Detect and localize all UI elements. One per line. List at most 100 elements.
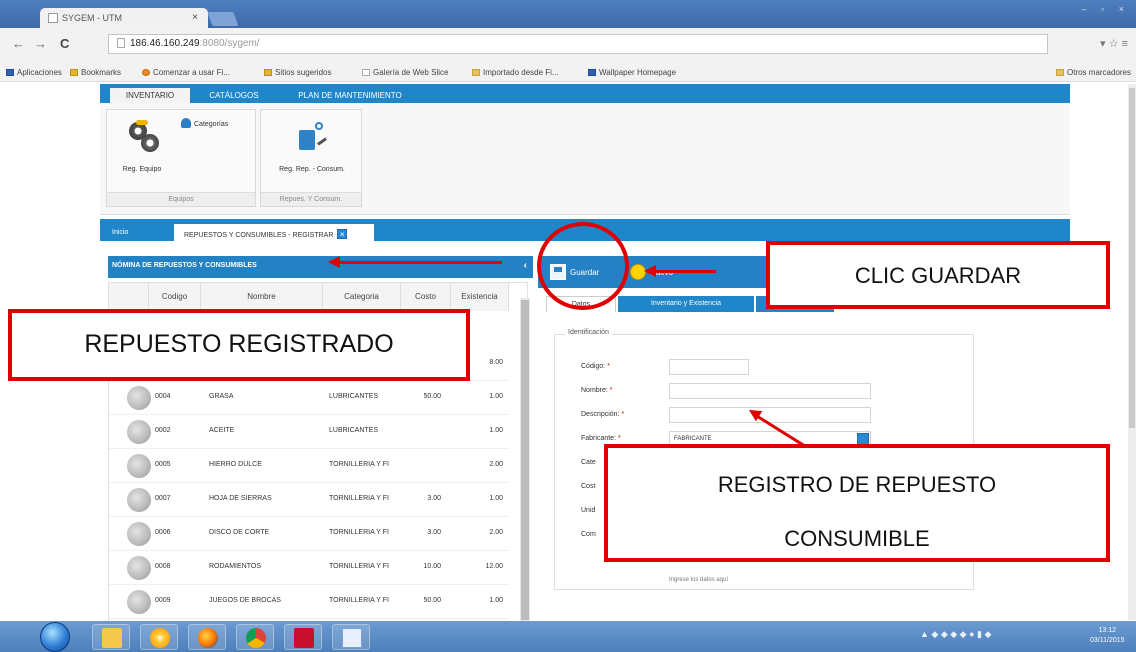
browser-tools[interactable]: ▾ ☆ ≡	[1100, 37, 1128, 50]
tab-close-icon[interactable]: ×	[192, 12, 198, 23]
column-header-costo[interactable]: Costo	[401, 283, 451, 311]
tab-inventario[interactable]: INVENTARIO	[110, 88, 190, 103]
tab-catalogos[interactable]: CATÁLOGOS	[194, 88, 274, 103]
page-scrollbar-thumb[interactable]	[1129, 88, 1135, 428]
cell-categoria: TORNILLERIA Y FI	[329, 495, 389, 502]
unidad-label: Unid	[581, 507, 596, 514]
table-row[interactable]: 0004 GRASA LUBRICANTES 50.00 1.00	[109, 381, 509, 415]
window-controls[interactable]: – ▫ ×	[1060, 4, 1130, 18]
oil-can-icon	[297, 122, 327, 156]
acrobat-icon[interactable]	[284, 624, 322, 650]
bookmark-imported[interactable]: Importado desde Fi...	[472, 68, 559, 77]
forward-arrow-icon[interactable]: →	[34, 36, 47, 51]
table-scrollbar[interactable]	[520, 298, 530, 626]
clock-date: 03/11/2015	[1090, 637, 1125, 644]
gears-icon	[127, 120, 159, 156]
table-row[interactable]: 0007 HOJA DE SIERRAS TORNILLERIA Y FI 3.00 1…	[109, 483, 509, 517]
browser-tab[interactable]: SYGEM - UTM ×	[40, 8, 208, 28]
apps-icon	[6, 69, 14, 76]
table-row[interactable]: 0006 DISCO DE CORTE TORNILLERIA Y FI 3.00 2.…	[109, 517, 509, 551]
table-row[interactable]: 0002 ACEITE LUBRICANTES 1.00	[109, 415, 509, 449]
system-tray-icons[interactable]: ▲ ◆ ◆ ◆ ◆ ● ▮ ◆	[920, 629, 991, 640]
page-favicon-icon	[48, 13, 58, 23]
explorer-icon[interactable]	[92, 624, 130, 650]
cell-existencia: 1.00	[489, 393, 503, 400]
column-header-codigo[interactable]: Codigo	[149, 283, 201, 311]
gear-part-icon	[127, 556, 151, 580]
cell-nombre: JUEGOS DE BROCAS	[209, 597, 281, 604]
nombre-input[interactable]	[669, 383, 871, 399]
notes-icon[interactable]	[332, 624, 370, 650]
bing-icon	[264, 69, 272, 76]
column-header-categoria[interactable]: Categoria	[323, 283, 401, 311]
cell-nombre: GRASA	[209, 393, 234, 400]
new-tab-button[interactable]	[207, 12, 239, 26]
page-scrollbar[interactable]	[1128, 84, 1136, 620]
codigo-label: Código: *	[581, 363, 610, 370]
bookmark-firefox[interactable]: Comenzar a usar Fi...	[142, 68, 230, 77]
scrollbar-thumb[interactable]	[521, 300, 529, 620]
bookmark-apps[interactable]: Aplicaciones	[6, 68, 62, 77]
user-icon	[181, 118, 191, 128]
cell-codigo: 0004	[155, 393, 171, 400]
cell-categoria: TORNILLERIA Y FI	[329, 563, 389, 570]
firefox-icon	[142, 69, 150, 76]
tab-inventario-existencia[interactable]: Inventario y Existencia	[618, 296, 754, 312]
breadcrumb-current[interactable]: REPUESTOS Y CONSUMIBLES - REGISTRAR ×	[174, 224, 374, 241]
bookmark-star-icon[interactable]: ☆	[1109, 38, 1119, 50]
firefox-icon[interactable]	[188, 624, 226, 650]
bookmark-bookmarks[interactable]: Bookmarks	[70, 68, 121, 77]
bookmark-other[interactable]: Otros marcadores	[1056, 68, 1131, 77]
gear-part-icon	[127, 386, 151, 410]
callout-registro-repuesto: REGISTRO DE REPUESTO CONSUMIBLE	[604, 444, 1110, 562]
cell-codigo: 0002	[155, 427, 171, 434]
cell-existencia: 1.00	[489, 495, 503, 502]
bookmark-webslice[interactable]: Galería de Web Slice	[362, 68, 448, 77]
reg-equipo-label: Reg. Equipo	[122, 166, 162, 173]
bookmark-suggested[interactable]: Sitios sugeridos	[264, 68, 331, 77]
cell-codigo: 0009	[155, 597, 171, 604]
taskbar-clock[interactable]: 13:12 03/11/2015	[1090, 626, 1125, 646]
categorias-button[interactable]: Categorías	[181, 118, 251, 132]
folder-icon	[1056, 69, 1064, 76]
cell-nombre: HIERRO DULCE	[209, 461, 262, 468]
table-row[interactable]: 0005 HIERRO DULCE TORNILLERIA Y FI 2.00	[109, 449, 509, 483]
gear-part-icon	[127, 488, 151, 512]
main-tabs: INVENTARIO CATÁLOGOS PLAN DE MANTENIMIEN…	[100, 84, 1070, 103]
cell-existencia: 1.00	[489, 427, 503, 434]
cell-costo: 50.00	[423, 393, 441, 400]
column-header-nombre[interactable]: Nombre	[201, 283, 323, 311]
folder-icon	[472, 69, 480, 76]
menu-icon[interactable]: ≡	[1122, 38, 1128, 50]
bookmark-wallpaper[interactable]: Wallpaper Homepage	[588, 68, 676, 77]
ribbon: Reg. Equipo Categorías Equipos Reg. Rep.…	[100, 103, 1070, 215]
codigo-input[interactable]	[669, 359, 749, 375]
reg-rep-consum-button[interactable]: Reg. Rep. - Consum.	[267, 116, 357, 182]
column-header-existencia[interactable]: Existencia	[451, 283, 509, 311]
callout-clic-guardar: CLIC GUARDAR	[766, 241, 1110, 309]
ribbon-group-equipos: Reg. Equipo Categorías Equipos	[106, 109, 256, 207]
table-row[interactable]: 0009 JUEGOS DE BROCAS TORNILLERIA Y FI 50.0…	[109, 585, 509, 619]
reload-icon[interactable]: C	[60, 36, 69, 51]
tab-plan-mantenimiento[interactable]: PLAN DE MANTENIMIENTO	[280, 88, 420, 103]
breadcrumb-home[interactable]: Inicio	[112, 224, 168, 241]
cell-codigo: 0005	[155, 461, 171, 468]
callout-line-1: REGISTRO DE REPUESTO	[717, 472, 997, 497]
collapse-chevron-icon[interactable]: ‹	[524, 260, 527, 271]
cell-costo: 3.00	[427, 529, 441, 536]
cell-categoria: TORNILLERIA Y FI	[329, 529, 389, 536]
cell-nombre: ACEITE	[209, 427, 235, 434]
browser-toolbar: ← → C 186.46.160.249:8080/sygem/ ▾ ☆ ≡	[0, 28, 1136, 62]
address-bar[interactable]: 186.46.160.249:8080/sygem/	[108, 34, 1048, 54]
form-hint: Ingrese los datos aquí	[669, 577, 729, 583]
filter-icon[interactable]: ▾	[1100, 38, 1106, 50]
media-player-icon[interactable]	[140, 624, 178, 650]
back-arrow-icon[interactable]: ←	[12, 36, 25, 51]
close-tab-icon[interactable]: ×	[337, 229, 348, 239]
reg-equipo-button[interactable]: Reg. Equipo	[111, 116, 173, 182]
page-icon	[362, 69, 370, 76]
chrome-icon[interactable]	[236, 624, 274, 650]
descripcion-input[interactable]	[669, 407, 871, 423]
table-row[interactable]: 0008 RODAMIENTOS TORNILLERIA Y FI 10.00 12.0…	[109, 551, 509, 585]
start-button-icon[interactable]	[40, 622, 70, 652]
